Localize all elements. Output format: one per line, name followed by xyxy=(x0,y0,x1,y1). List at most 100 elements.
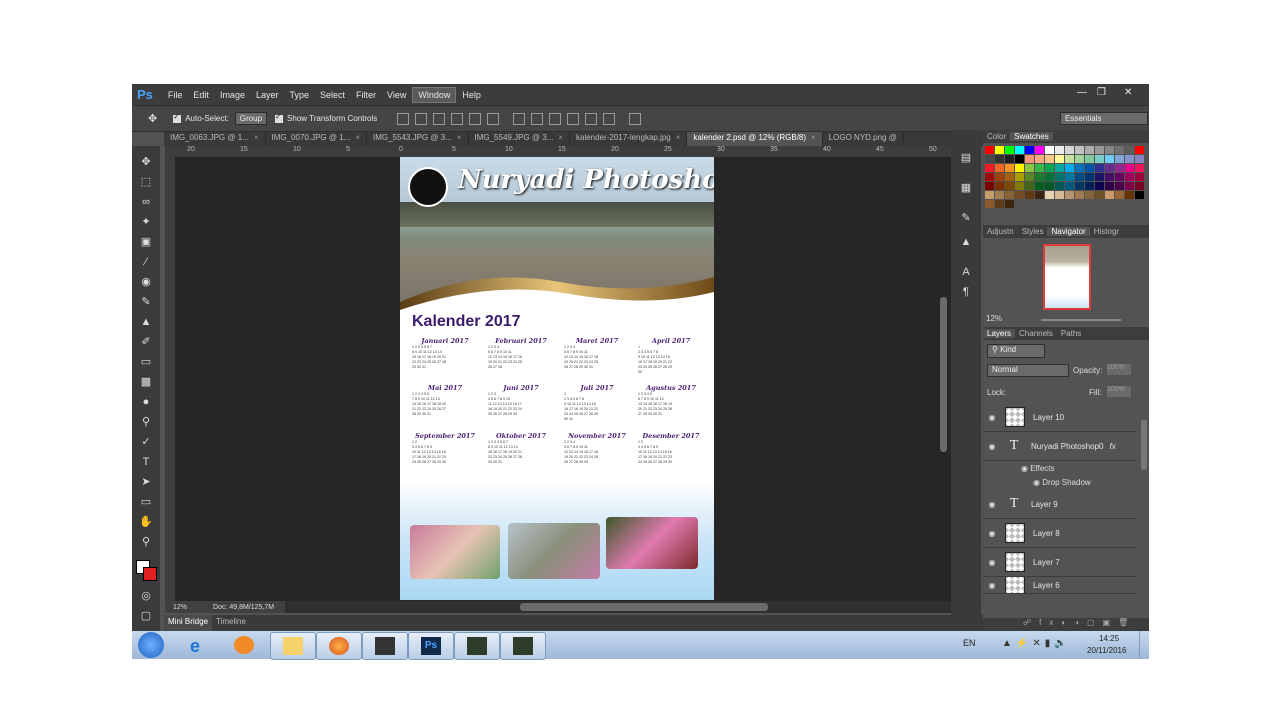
color-swatch[interactable] xyxy=(995,146,1004,154)
minimize-icon[interactable]: — xyxy=(1077,87,1087,98)
tab-color[interactable]: Color xyxy=(983,132,1010,141)
layers-scroll-thumb[interactable] xyxy=(1141,420,1147,470)
color-swatch[interactable] xyxy=(1005,173,1014,181)
color-swatch[interactable] xyxy=(1045,155,1054,163)
color-swatch[interactable] xyxy=(1135,191,1144,199)
color-swatch[interactable] xyxy=(1135,173,1144,181)
color-swatch[interactable] xyxy=(985,191,994,199)
taskbar-ie[interactable]: e xyxy=(178,632,222,658)
color-swatch[interactable] xyxy=(1105,182,1114,190)
tab-navigator[interactable]: Navigator xyxy=(1047,227,1090,236)
background-color-swatch[interactable] xyxy=(143,567,157,581)
menu-layer[interactable]: Layer xyxy=(251,88,284,102)
color-swatch[interactable] xyxy=(1045,146,1054,154)
auto-select-dropdown[interactable]: Group xyxy=(234,112,268,125)
layer-filter-kind[interactable]: ⚲ Kind xyxy=(987,344,1045,358)
properties-panel-icon[interactable]: ▦ xyxy=(958,180,974,196)
color-swatch[interactable] xyxy=(1055,182,1064,190)
color-swatch[interactable] xyxy=(1125,155,1134,163)
clone-source-panel-icon[interactable]: ▲ xyxy=(958,234,974,250)
color-swatch[interactable] xyxy=(1115,173,1124,181)
tab-channels[interactable]: Channels xyxy=(1015,329,1057,338)
magic-wand-tool-icon[interactable]: ✦ xyxy=(138,214,154,230)
color-swatch[interactable] xyxy=(1125,146,1134,154)
eye-icon[interactable]: ◉ xyxy=(983,413,1001,422)
color-swatch[interactable] xyxy=(1115,155,1124,163)
color-swatch[interactable] xyxy=(1035,182,1044,190)
color-swatch[interactable] xyxy=(1015,173,1024,181)
close-icon[interactable]: × xyxy=(811,133,816,142)
color-swatch[interactable] xyxy=(1025,164,1034,172)
taskbar-app-1[interactable] xyxy=(454,632,500,660)
eraser-tool-icon[interactable]: ▭ xyxy=(138,354,154,370)
align-vcenter-icon[interactable] xyxy=(415,112,428,125)
color-swatch[interactable] xyxy=(1125,182,1134,190)
eye-icon[interactable]: ◉ xyxy=(983,500,1001,509)
color-swatch[interactable] xyxy=(995,155,1004,163)
distribute-left-icon[interactable] xyxy=(567,112,580,125)
layer-row[interactable]: ◉ T Nuryadi Photoshop0 fx xyxy=(983,432,1137,461)
color-swatch[interactable] xyxy=(1065,173,1074,181)
path-selection-tool-icon[interactable]: ➤ xyxy=(138,474,154,490)
color-swatch[interactable] xyxy=(1055,155,1064,163)
brush-panel-icon[interactable]: ✎ xyxy=(958,210,974,226)
color-swatch[interactable] xyxy=(1125,191,1134,199)
close-icon[interactable]: × xyxy=(676,133,681,142)
menu-view[interactable]: View xyxy=(382,88,411,102)
canvas-area[interactable]: Nuryadi Photoshop Kalender 2017 Januari … xyxy=(175,157,937,601)
color-swatch[interactable] xyxy=(1025,191,1034,199)
color-swatch[interactable] xyxy=(1105,155,1114,163)
color-swatch[interactable] xyxy=(1085,173,1094,181)
tab-mini-bridge[interactable]: Mini Bridge xyxy=(164,615,213,631)
menu-file[interactable]: File xyxy=(163,88,188,102)
taskbar-photoshop[interactable]: Ps xyxy=(408,632,454,660)
layer-row[interactable]: ◉ Layer 10 xyxy=(983,403,1137,432)
tab-styles[interactable]: Styles xyxy=(1018,227,1048,236)
start-button[interactable] xyxy=(138,632,164,658)
character-panel-icon[interactable]: A xyxy=(958,264,974,280)
color-swatch[interactable] xyxy=(1105,191,1114,199)
pen-tool-icon[interactable]: ✓ xyxy=(138,434,154,450)
color-swatch[interactable] xyxy=(1065,182,1074,190)
align-right-icon[interactable] xyxy=(487,112,500,125)
color-swatch[interactable] xyxy=(1035,146,1044,154)
tray-icons[interactable]: ▲⚡✕▮🔈 xyxy=(1002,638,1071,649)
tab-doc-active[interactable]: kalender 2.psd @ 12% (RGB/8) × xyxy=(687,132,823,146)
shape-tool-icon[interactable]: ▭ xyxy=(138,494,154,510)
color-swatch[interactable] xyxy=(985,182,994,190)
menu-type[interactable]: Type xyxy=(284,88,314,102)
align-left-icon[interactable] xyxy=(451,112,464,125)
clone-stamp-tool-icon[interactable]: ▲ xyxy=(138,314,154,330)
align-hcenter-icon[interactable] xyxy=(469,112,482,125)
color-swatch[interactable] xyxy=(1025,173,1034,181)
distribute-right-icon[interactable] xyxy=(603,112,616,125)
vertical-scrollbar[interactable] xyxy=(937,157,951,601)
taskbar-explorer[interactable] xyxy=(270,632,316,660)
horizontal-scrollbar[interactable] xyxy=(175,601,951,613)
color-swatch[interactable] xyxy=(1125,173,1134,181)
color-swatch[interactable] xyxy=(1005,200,1014,208)
color-swatch[interactable] xyxy=(1045,173,1054,181)
tab-timeline[interactable]: Timeline xyxy=(212,615,250,631)
fx-icon[interactable]: fx xyxy=(1110,442,1116,451)
restore-icon[interactable]: ❐ xyxy=(1097,87,1106,98)
layer-row[interactable]: ◉ Layer 8 xyxy=(983,519,1137,548)
tab-doc-1[interactable]: IMG_0063.JPG @ 1... × xyxy=(164,132,266,146)
color-swatch[interactable] xyxy=(985,200,994,208)
menu-edit[interactable]: Edit xyxy=(188,88,214,102)
screen-mode-icon[interactable]: ▢ xyxy=(138,608,154,624)
color-swatch[interactable] xyxy=(1095,173,1104,181)
opacity-input[interactable]: 100% xyxy=(1107,364,1131,375)
color-swatch[interactable] xyxy=(1115,146,1124,154)
color-swatch[interactable] xyxy=(1095,182,1104,190)
color-swatch[interactable] xyxy=(1095,191,1104,199)
color-swatch[interactable] xyxy=(1035,164,1044,172)
move-tool-icon[interactable]: ✥ xyxy=(138,154,154,170)
color-swatch[interactable] xyxy=(985,164,994,172)
color-swatch[interactable] xyxy=(985,146,994,154)
close-icon[interactable]: × xyxy=(355,133,360,142)
color-swatch[interactable] xyxy=(985,155,994,163)
color-swatch[interactable] xyxy=(1115,164,1124,172)
color-swatch[interactable] xyxy=(1095,155,1104,163)
color-swatch[interactable] xyxy=(1005,164,1014,172)
